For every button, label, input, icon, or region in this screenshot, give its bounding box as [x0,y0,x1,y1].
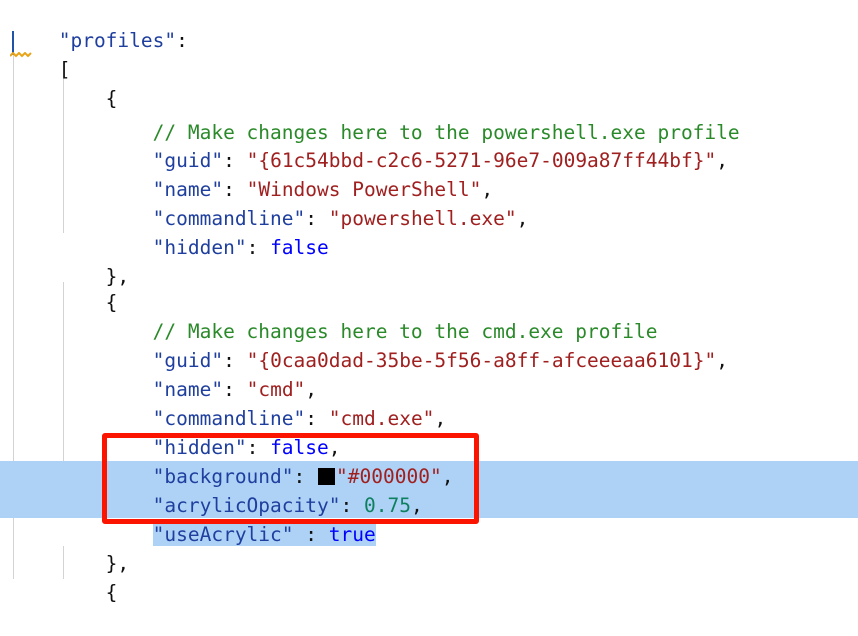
code-editor-surface[interactable]: "profiles": [ { // Make changes here to … [0,0,858,604]
code-line-selected[interactable]: "acrylicOpacity": 0.75, [0,462,858,517]
code-line[interactable]: "hidden": false, [0,404,858,459]
code-line[interactable]: { [0,259,858,314]
code-line[interactable]: }, [0,233,858,288]
error-squiggle [10,52,32,58]
code-line[interactable]: "name": "cmd", [0,346,858,401]
code-line-selected[interactable]: "background": "#000000", [0,433,858,488]
code-line[interactable]: [ [0,26,858,81]
code-line[interactable]: { [0,55,858,110]
code-line[interactable]: "hidden": false [0,204,858,259]
code-line[interactable]: "guid": "{0caa0dad-35be-5f56-a8ff-afceee… [0,317,858,372]
code-line[interactable]: "guid": "{61c54bbd-c2c6-5271-96e7-009a87… [0,117,858,172]
code-line[interactable]: "profiles": [0,0,858,52]
token-brace-open: { [105,581,118,604]
code-line[interactable]: }, [0,520,858,575]
code-line[interactable]: { [0,549,858,604]
code-line[interactable]: // Make changes here to the cmd.exe prof… [0,288,858,343]
code-line[interactable]: "name": "Windows PowerShell", [0,146,858,201]
code-line[interactable]: "commandline": "cmd.exe", [0,375,858,430]
code-line[interactable]: "commandline": "powershell.exe", [0,175,858,230]
code-line-selected[interactable]: "useAcrylic" : true [0,491,858,546]
code-line[interactable]: // Make changes here to the powershell.e… [0,89,858,144]
